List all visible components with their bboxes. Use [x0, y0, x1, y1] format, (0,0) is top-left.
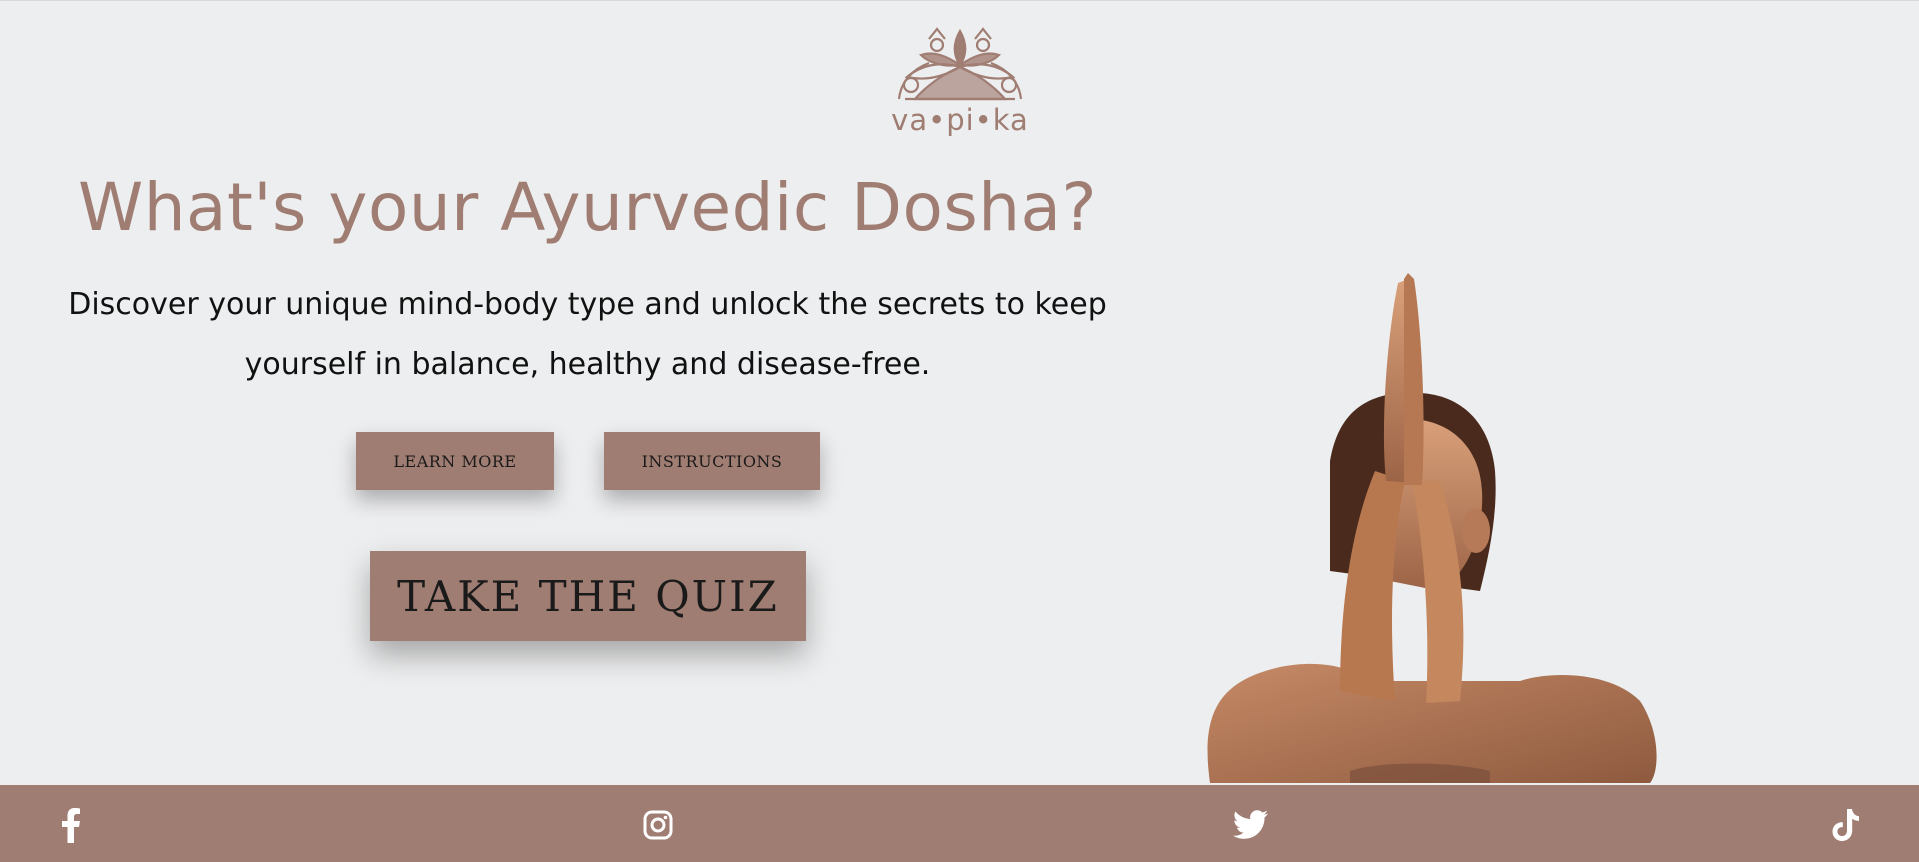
woman-prayer-hands-photo — [1207, 273, 1657, 783]
mandala-lotus-icon — [897, 27, 1023, 101]
page: va•pi•ka What's your Ayurvedic Dosha? Di… — [0, 0, 1919, 862]
take-quiz-button[interactable]: TAKE THE QUIZ — [370, 551, 806, 641]
instructions-button[interactable]: INSTRUCTIONS — [604, 432, 820, 490]
page-title: What's your Ayurvedic Dosha? — [77, 169, 1098, 246]
brand-name: va•pi•ka — [891, 103, 1029, 137]
brand-logo[interactable]: va•pi•ka — [880, 25, 1040, 137]
tiktok-icon[interactable] — [1826, 805, 1866, 845]
learn-more-button[interactable]: LEARN MORE — [356, 432, 554, 490]
footer-bar — [0, 785, 1919, 862]
facebook-icon[interactable] — [51, 805, 91, 845]
instagram-icon[interactable] — [638, 805, 678, 845]
hero-subtitle: Discover your unique mind-body type and … — [68, 287, 1107, 382]
twitter-icon[interactable] — [1231, 805, 1271, 845]
